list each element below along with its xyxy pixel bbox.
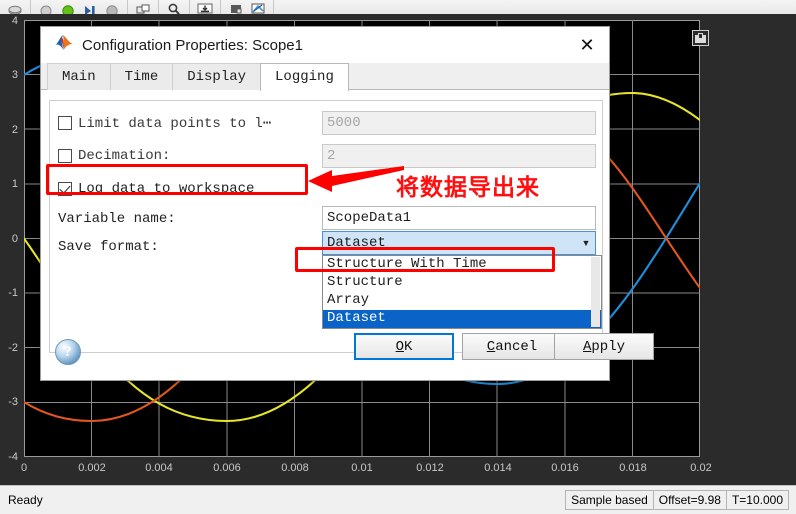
variable-name-input[interactable]: ScopeData1 (322, 206, 596, 230)
apply-label-rest: pply (591, 338, 625, 355)
x-tick-label: 0.014 (484, 462, 512, 474)
x-tick-label: 0.008 (281, 462, 309, 474)
snapshot-icon[interactable] (225, 0, 247, 14)
x-tick-label: 0.006 (213, 462, 241, 474)
run-icon[interactable] (57, 0, 79, 14)
dialog-tabstrip: Main Time Display Logging (41, 63, 609, 91)
tab-time[interactable]: Time (109, 63, 174, 90)
dropdown-option-structure-with-time[interactable]: Structure With Time (323, 256, 601, 274)
layout-icon[interactable] (132, 0, 154, 14)
log-to-workspace-checkbox[interactable] (58, 182, 72, 196)
y-tick-label: -2 (8, 342, 18, 354)
tab-main[interactable]: Main (47, 63, 111, 90)
toolbar-group-tools (221, 0, 274, 14)
pause-icon[interactable] (101, 0, 123, 14)
cancel-button[interactable]: Cancel (462, 333, 562, 360)
x-tick-label: 0.02 (690, 462, 712, 474)
close-icon[interactable]: ✕ (565, 28, 609, 62)
log-to-workspace-label: Log data to workspace (78, 181, 255, 197)
step-forward-icon[interactable] (79, 0, 101, 14)
status-cells: Sample based Offset=9.98 T=10.000 (565, 490, 789, 510)
zoom-icon[interactable] (163, 0, 185, 14)
y-tick-label: -3 (8, 396, 18, 408)
dialog-button-row: ? OK Cancel Apply (41, 333, 654, 381)
maximize-axes-icon[interactable] (692, 30, 709, 46)
y-tick-label: 0 (11, 233, 18, 245)
apply-mnemonic: A (582, 338, 592, 355)
dialog-title: Configuration Properties: Scope1 (82, 36, 303, 54)
matlab-membrane-icon (53, 34, 74, 56)
tab-logging[interactable]: Logging (260, 63, 349, 91)
decimation-input[interactable]: 2 (322, 144, 596, 168)
x-tick-label: 0.012 (416, 462, 444, 474)
y-tick-label: 2 (11, 124, 18, 136)
help-button[interactable]: ? (55, 339, 81, 365)
dropdown-option-structure[interactable]: Structure (323, 274, 601, 292)
x-tick-label: 0.002 (78, 462, 106, 474)
status-offset: Offset=9.98 (652, 490, 727, 510)
x-tick-label: 0.01 (351, 462, 373, 474)
status-bar: Ready Sample based Offset=9.98 T=10.000 (0, 485, 796, 514)
dropdown-scrollbar[interactable] (591, 257, 600, 327)
toolbar-group-layout (128, 0, 159, 14)
toolbar-group-sim (31, 0, 128, 14)
y-tick-label: -1 (8, 287, 18, 299)
save-format-dropdown-list[interactable]: Structure With Time Structure Array Data… (322, 255, 602, 329)
save-format-value: Dataset (327, 235, 386, 251)
limit-data-points-input[interactable]: 5000 (322, 111, 596, 135)
y-tick-label: 4 (11, 15, 18, 27)
configuration-properties-dialog: Configuration Properties: Scope1 ✕ Main … (40, 26, 654, 381)
decimation-label: Decimation: (78, 148, 171, 164)
limit-data-points-label: Limit data points to l⋯ (78, 115, 272, 132)
x-tick-label: 0 (20, 462, 28, 474)
cancel-mnemonic: C (486, 338, 496, 355)
dialog-titlebar[interactable]: Configuration Properties: Scope1 ✕ (41, 27, 609, 63)
ok-label-rest: K (404, 338, 413, 355)
status-sample-mode: Sample based (565, 490, 654, 510)
stop-icon[interactable] (35, 0, 57, 14)
y-tick-label: 1 (11, 178, 18, 190)
status-time: T=10.000 (725, 490, 789, 510)
apply-button[interactable]: Apply (554, 333, 654, 360)
chevron-down-icon: ▼ (581, 238, 591, 248)
cancel-label-rest: ancel (495, 338, 538, 355)
save-format-label: Save format: (58, 239, 159, 255)
dropdown-option-dataset[interactable]: Dataset (323, 310, 601, 328)
logging-panel: Limit data points to l⋯ 5000 Decimation:… (49, 100, 603, 353)
toolbar-group-zoom (159, 0, 190, 14)
toolbar-group-export (190, 0, 221, 14)
scope-toolbar (0, 0, 796, 15)
limit-data-points-checkbox[interactable] (58, 116, 72, 130)
dropdown-option-array[interactable]: Array (323, 292, 601, 310)
ok-button[interactable]: OK (354, 333, 454, 360)
record-icon[interactable] (4, 0, 26, 14)
x-tick-label: 0.016 (551, 462, 579, 474)
toolbar-group-file (0, 0, 31, 14)
x-tick-label: 0.004 (145, 462, 173, 474)
status-ready-text: Ready (8, 493, 43, 507)
variable-name-label: Variable name: (58, 211, 176, 227)
annotation-chinese-note: 将数据导出来 (396, 175, 540, 201)
measurements-icon[interactable] (247, 0, 269, 14)
save-format-combobox[interactable]: Dataset ▼ (322, 231, 596, 255)
save-to-workspace-icon[interactable] (194, 0, 216, 14)
tab-display[interactable]: Display (172, 63, 262, 90)
ok-mnemonic: O (395, 338, 404, 355)
x-tick-label: 0.018 (619, 462, 647, 474)
y-tick-label: 3 (11, 69, 18, 81)
decimation-checkbox[interactable] (58, 149, 72, 163)
